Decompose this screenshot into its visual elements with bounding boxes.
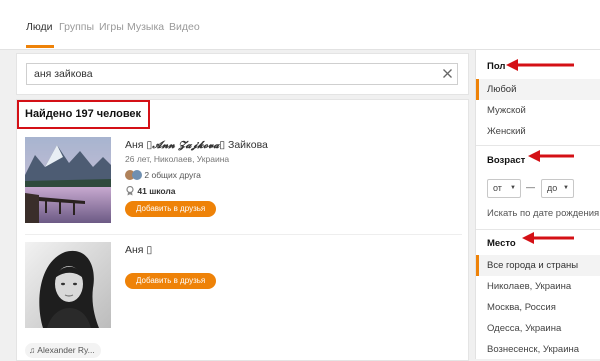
- friend-avatar: [132, 170, 142, 180]
- person-card: Аня ▯ Добавить в друзья: [25, 242, 462, 332]
- filter-place-title: Место: [487, 238, 516, 249]
- filter-gender-any[interactable]: Любой: [476, 79, 600, 100]
- filter-place-item[interactable]: Вознесенск, Украина: [476, 339, 600, 360]
- music-note-icon: ♫: [29, 345, 36, 355]
- mutual-friends[interactable]: 2 общих друга: [125, 170, 201, 180]
- age-to-select[interactable]: до ▼: [541, 179, 574, 198]
- school-info[interactable]: 41 школа: [125, 185, 176, 196]
- active-tab-indicator: [26, 45, 54, 48]
- chevron-down-icon: ▼: [510, 185, 516, 191]
- filter-place-item[interactable]: Николаев, Украина: [476, 276, 600, 297]
- filter-gender-male[interactable]: Мужской: [476, 100, 600, 121]
- search-panel: [16, 53, 469, 95]
- age-range-dash: —: [526, 182, 535, 192]
- add-friend-button[interactable]: Добавить в друзья: [125, 201, 217, 217]
- filter-place-all[interactable]: Все города и страны: [476, 255, 600, 276]
- person-name-prefix: Аня ▯: [125, 139, 153, 151]
- tab-video[interactable]: Видео: [169, 21, 200, 33]
- chevron-down-icon: ▼: [563, 185, 569, 191]
- age-to-label: до: [547, 183, 558, 193]
- divider: [476, 229, 600, 230]
- person-name[interactable]: Аня ▯𝓐𝓷𝓷 𝓩𝓪𝓳𝓴𝓸𝓿𝓪▯ Зайкова: [125, 139, 268, 151]
- age-from-label: от: [493, 183, 502, 193]
- music-chip-label: Alexander Ry...: [37, 345, 95, 355]
- age-from-select[interactable]: от ▼: [487, 179, 521, 198]
- mutual-friends-label: 2 общих друга: [144, 170, 201, 180]
- person-photo[interactable]: [25, 137, 111, 223]
- filter-gender-female[interactable]: Женский: [476, 121, 600, 142]
- filter-gender-title: Пол: [487, 61, 506, 72]
- person-name-styled: 𝓐𝓷𝓷 𝓩𝓪𝓳𝓴𝓸𝓿𝓪: [152, 140, 220, 151]
- filter-age-title: Возраст: [487, 155, 526, 166]
- person-meta: 26 лет, Николаев, Украина: [125, 154, 230, 164]
- tab-music[interactable]: Музыка: [127, 21, 164, 33]
- filter-place-item[interactable]: Одесса, Украина: [476, 318, 600, 339]
- person-name-suffix: ▯ Зайкова: [219, 139, 268, 151]
- add-friend-button[interactable]: Добавить в друзья: [125, 273, 217, 289]
- person-photo[interactable]: [25, 242, 111, 328]
- person-name[interactable]: Аня ▯: [125, 244, 152, 256]
- annotation-arrow-icon: [522, 232, 574, 244]
- close-icon[interactable]: [442, 68, 453, 79]
- annotation-arrow-icon: [528, 150, 574, 162]
- results-count-heading: Найдено 197 человек: [17, 100, 150, 129]
- search-input[interactable]: [26, 63, 458, 85]
- school-icon: [126, 185, 134, 196]
- school-label: 41 школа: [137, 186, 176, 196]
- tab-games[interactable]: Игры: [99, 21, 124, 33]
- annotation-arrow-icon: [506, 59, 574, 71]
- search-results: Найдено 197 человек Аня ▯𝓐𝓷𝓷 𝓩𝓪𝓳𝓴𝓸𝓿𝓪▯ За…: [16, 99, 469, 361]
- top-navigation: Люди Группы Игры Музыка Видео: [0, 0, 600, 50]
- filter-place-item[interactable]: Москва, Россия: [476, 297, 600, 318]
- search-by-birthdate-link[interactable]: Искать по дате рождения: [476, 203, 600, 224]
- tab-people[interactable]: Люди: [26, 21, 53, 33]
- tab-groups[interactable]: Группы: [59, 21, 94, 33]
- divider: [25, 234, 462, 235]
- divider: [476, 145, 600, 146]
- music-chip[interactable]: ♫ Alexander Ry...: [25, 343, 101, 358]
- person-card: Аня ▯𝓐𝓷𝓷 𝓩𝓪𝓳𝓴𝓸𝓿𝓪▯ Зайкова 26 лет, Никола…: [25, 137, 462, 227]
- filters-sidebar: Пол Любой Мужской Женский Возраст от ▼ —…: [475, 50, 600, 359]
